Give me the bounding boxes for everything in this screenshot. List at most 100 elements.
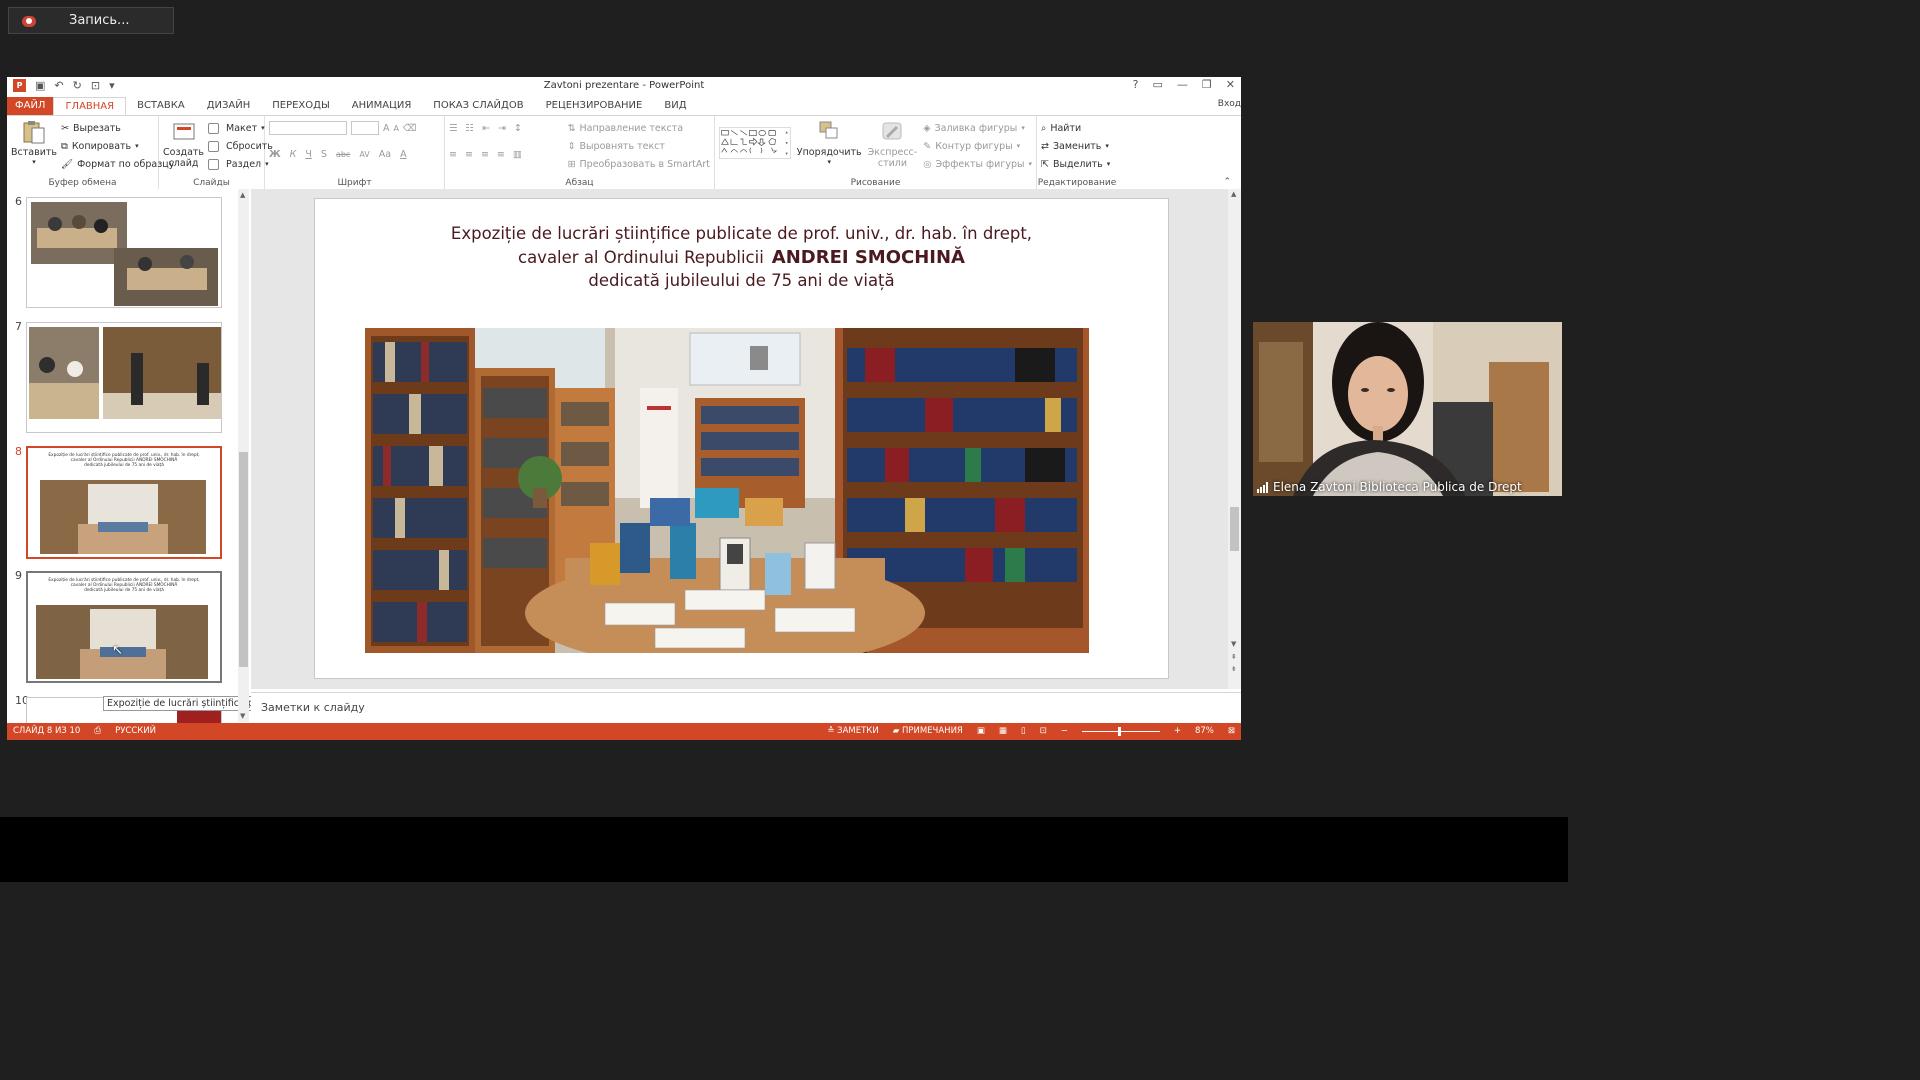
cut-button[interactable]: ✂ Вырезать [61, 119, 174, 137]
scroll-down-icon[interactable]: ▼ [240, 712, 245, 720]
sign-in-link[interactable]: Вход [1218, 99, 1241, 109]
align-text-button[interactable]: ⇕ Выровнять текст [568, 137, 710, 155]
prev-slide-icon[interactable]: ⇞ [1231, 653, 1237, 661]
tab-slideshow[interactable]: ПОКАЗ СЛАЙДОВ [422, 97, 534, 115]
editor-scroll-down-icon[interactable]: ▼ [1231, 640, 1236, 648]
find-button[interactable]: ⌕ Найти [1041, 119, 1113, 137]
align-left-icon[interactable]: ≡ [449, 149, 457, 160]
decrease-indent-icon[interactable]: ⇤ [482, 123, 490, 134]
line-spacing-icon[interactable]: ↕ [514, 123, 522, 134]
notes-toggle-label: ЗАМЕТКИ [837, 726, 879, 736]
align-right-icon[interactable]: ≡ [481, 149, 489, 160]
new-slide-icon [173, 123, 195, 140]
quick-styles-button[interactable]: Экспресс- стили [868, 119, 917, 173]
shape-fill-button[interactable]: ◈ Заливка фигуры ▾ [923, 119, 1032, 137]
slide-editing-area: Expoziție de lucrări științifice publica… [251, 189, 1241, 689]
numbering-icon[interactable]: ☷ [466, 123, 475, 134]
editor-scrollbar[interactable]: ▲ ▼ ⇞ ⇟ [1228, 189, 1241, 689]
scroll-up-icon[interactable]: ▲ [240, 191, 245, 199]
font-color-button[interactable]: A [400, 149, 407, 160]
slide-thumbnail-9[interactable]: Expoziție de lucrări științifice publica… [26, 571, 222, 683]
format-painter-button[interactable]: 🖌 Формат по образцу [61, 155, 174, 173]
ribbon-display-icon[interactable]: ▭ [1153, 78, 1163, 91]
grow-font-icon[interactable]: A [383, 123, 390, 134]
slide-title[interactable]: Expoziție de lucrări științifice publica… [315, 199, 1168, 293]
minimize-icon[interactable]: — [1177, 78, 1188, 91]
thumbnails-scrollbar[interactable]: ▲ ▼ [238, 189, 249, 722]
clear-format-icon[interactable]: ⌫ [403, 123, 416, 134]
slideshow-view-icon[interactable]: ⊡ [1040, 726, 1047, 736]
notes-toggle[interactable]: ≙ ЗАМЕТКИ [827, 726, 878, 736]
slide-thumbnail-8[interactable]: Expoziție de lucrări științifice publica… [26, 446, 222, 559]
slide-thumbnail-6[interactable] [26, 197, 222, 308]
tab-file[interactable]: ФАЙЛ [7, 97, 54, 115]
slide-sorter-icon[interactable]: ▦ [999, 726, 1007, 736]
select-button[interactable]: ⇱ Выделить ▾ [1041, 155, 1113, 173]
arrange-button[interactable]: Упорядочить ▾ [797, 119, 862, 173]
slide-thumbnail-7[interactable] [26, 322, 222, 433]
thumbnails-scroll-thumb[interactable] [239, 452, 248, 667]
zoom-in-icon[interactable]: + [1174, 726, 1181, 736]
zoom-out-icon[interactable]: − [1061, 726, 1068, 736]
shrink-font-icon[interactable]: A [394, 124, 399, 133]
restore-icon[interactable]: ❐ [1202, 78, 1212, 91]
section-button[interactable]: Раздел ▾ [208, 155, 273, 173]
case-button[interactable]: Aa [379, 149, 391, 160]
replace-button[interactable]: ⇄ Заменить ▾ [1041, 137, 1113, 155]
columns-icon[interactable]: ▥ [513, 149, 522, 160]
tab-insert[interactable]: ВСТАВКА [126, 97, 196, 115]
font-size-input[interactable] [351, 121, 379, 135]
bullets-icon[interactable]: ☰ [449, 123, 458, 134]
slide-counter[interactable]: СЛАЙД 8 ИЗ 10 [13, 726, 80, 736]
shape-effects-button[interactable]: ◎ Эффекты фигуры ▾ [923, 155, 1032, 173]
tab-design[interactable]: ДИЗАЙН [196, 97, 262, 115]
next-slide-icon[interactable]: ⇟ [1231, 665, 1237, 673]
font-name-input[interactable] [269, 121, 347, 135]
zoom-level[interactable]: 87% [1195, 726, 1214, 736]
current-slide[interactable]: Expoziție de lucrări științifice publica… [314, 198, 1169, 679]
editor-scroll-up-icon[interactable]: ▲ [1231, 190, 1236, 198]
spacing-button[interactable]: AV [359, 150, 369, 159]
tab-review[interactable]: РЕЦЕНЗИРОВАНИЕ [535, 97, 654, 115]
strike-button[interactable]: abc [336, 150, 350, 159]
shadow-button[interactable]: S [321, 149, 327, 160]
close-icon[interactable]: ✕ [1226, 78, 1235, 91]
normal-view-icon[interactable]: ▣ [977, 726, 985, 736]
tab-home[interactable]: ГЛАВНАЯ [53, 97, 127, 115]
collapse-ribbon-icon[interactable]: ⌃ [1223, 177, 1231, 187]
screen: { "recording": { "label": "Запись..." },… [0, 0, 1568, 882]
tab-transitions[interactable]: ПЕРЕХОДЫ [261, 97, 341, 115]
smartart-button[interactable]: ⊞ Преобразовать в SmartArt [568, 155, 710, 173]
recording-indicator[interactable]: Запись... [8, 7, 174, 34]
copy-button[interactable]: ⧉ Копировать ▾ [61, 137, 174, 155]
editor-scroll-thumb[interactable] [1230, 507, 1239, 551]
justify-icon[interactable]: ≡ [497, 149, 505, 160]
bold-button[interactable]: Ж [269, 149, 281, 160]
zoom-slider[interactable] [1081, 726, 1160, 736]
fill-bucket-icon: ◈ [923, 122, 931, 134]
language-indicator[interactable]: РУССКИЙ [115, 726, 156, 736]
fit-to-window-icon[interactable]: ⊠ [1228, 726, 1235, 736]
text-direction-button[interactable]: ⇅ Направление текста [568, 119, 710, 137]
align-text-label: Выровнять текст [579, 140, 665, 152]
text-direction-label: Направление текста [579, 122, 684, 134]
reading-view-icon[interactable]: ▯ [1021, 726, 1026, 736]
notes-pane[interactable]: Заметки к слайду [251, 692, 1241, 723]
spellcheck-icon[interactable]: ⎙ [94, 726, 101, 736]
library-exhibition-photo[interactable] [365, 328, 1089, 653]
layout-button[interactable]: Макет ▾ [208, 119, 273, 137]
underline-button[interactable]: Ч [305, 149, 312, 160]
help-icon[interactable]: ? [1133, 78, 1139, 91]
increase-indent-icon[interactable]: ⇥ [498, 123, 506, 134]
reset-button[interactable]: Сбросить [208, 137, 273, 155]
paste-button[interactable]: Вставить ▾ [11, 119, 57, 173]
new-slide-button[interactable]: Создать слайд [163, 119, 204, 173]
align-center-icon[interactable]: ≡ [465, 149, 473, 160]
shape-outline-button[interactable]: ✎ Контур фигуры ▾ [923, 137, 1032, 155]
tab-view[interactable]: ВИД [653, 97, 697, 115]
comments-toggle[interactable]: ▰ ПРИМЕЧАНИЯ [893, 726, 963, 736]
shapes-gallery[interactable]: ▴▾▾ [719, 119, 791, 167]
italic-button[interactable]: К [290, 149, 297, 160]
participant-video[interactable]: Elena Zavtoni Biblioteca Publica de Drep… [1253, 322, 1562, 496]
tab-animations[interactable]: АНИМАЦИЯ [341, 97, 423, 115]
